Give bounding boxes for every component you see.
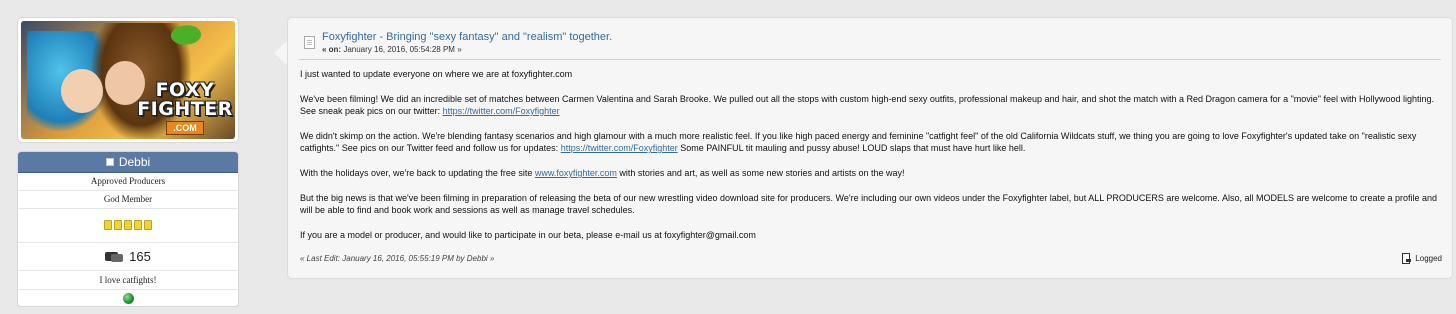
twitter-link[interactable]: https://twitter.com/Foxyfighter <box>443 106 560 116</box>
rank-stars <box>18 209 238 243</box>
post-paragraph-text: With the holidays over, we're back to up… <box>300 168 535 178</box>
star-icon <box>124 220 132 231</box>
post-paragraph: We didn't skimp on the action. We're ble… <box>300 130 1440 154</box>
logo-dotcom: .COM <box>166 121 204 135</box>
membergroup-label: Approved Producers <box>90 176 166 187</box>
post-paragraph-text: with stories and art, as well as some ne… <box>616 168 905 178</box>
poster-panel: FOXY FIGHTER .COM Debbi Approved Produce… <box>17 17 239 307</box>
logo-line2: FIGHTER <box>137 98 233 120</box>
post-count-value: 165 <box>129 248 151 264</box>
logged-label: Logged <box>1415 254 1442 263</box>
post-date-value: January 16, 2016, 05:54:28 PM » <box>341 45 462 54</box>
avatar-art-face-left <box>61 69 103 113</box>
last-edit-note: « Last Edit: January 16, 2016, 05:55:19 … <box>300 254 495 263</box>
star-icon <box>144 220 152 231</box>
twitter-link[interactable]: https://twitter.com/Foxyfighter <box>561 143 678 153</box>
globe-icon[interactable] <box>122 292 134 304</box>
poster-name-link[interactable]: Debbi <box>119 155 150 169</box>
avatar-logo: FOXY FIGHTER .COM <box>133 81 235 139</box>
logged-ip-icon <box>1401 253 1412 264</box>
post-header: Foxyfighter - Bringing "sexy fantasy" an… <box>299 26 1441 60</box>
star-icon <box>114 220 122 231</box>
star-icon <box>134 220 142 231</box>
post-date-prefix: « on: <box>322 45 342 54</box>
personal-text-value: I love catfights! <box>99 274 157 285</box>
post-paragraph-text: Some PAINFUL tit mauling and pussy abuse… <box>677 143 1026 153</box>
logged-indicator: Logged <box>1401 253 1442 264</box>
website-link[interactable]: www.foxyfighter.com <box>535 168 617 178</box>
posts-bubble-icon <box>105 251 124 262</box>
personal-text: I love catfights! <box>18 271 238 290</box>
post-body: I just wanted to update everyone on wher… <box>300 68 1440 254</box>
post-bubble-arrow <box>274 40 288 66</box>
poster-name-bar: Debbi <box>18 151 238 173</box>
post-count: 165 <box>18 243 238 271</box>
post-paragraph: If you are a model or producer, and woul… <box>300 230 756 240</box>
poster-info-card: Debbi Approved Producers God Member 165 … <box>17 150 239 307</box>
post-date: « on: January 16, 2016, 05:54:28 PM » <box>322 45 462 54</box>
star-icon <box>104 220 112 231</box>
avatar-card: FOXY FIGHTER .COM <box>17 17 239 143</box>
post-paragraph: I just wanted to update everyone on wher… <box>300 69 573 79</box>
online-status-icon <box>105 157 114 166</box>
member-rank: God Member <box>18 191 238 209</box>
post-paragraph: We've been filming! We did an incredible… <box>300 93 1440 117</box>
membergroup: Approved Producers <box>18 173 238 191</box>
avatar[interactable]: FOXY FIGHTER .COM <box>21 21 235 139</box>
member-rank-label: God Member <box>103 194 153 205</box>
post-paragraph: But the big news is that we've been film… <box>300 193 1438 215</box>
document-icon <box>304 36 315 49</box>
post-paragraph: With the holidays over, we're back to up… <box>300 167 1440 179</box>
post-title-link[interactable]: Foxyfighter - Bringing "sexy fantasy" an… <box>322 31 612 43</box>
website-row <box>18 290 238 306</box>
post-panel: Foxyfighter - Bringing "sexy fantasy" an… <box>287 17 1453 279</box>
